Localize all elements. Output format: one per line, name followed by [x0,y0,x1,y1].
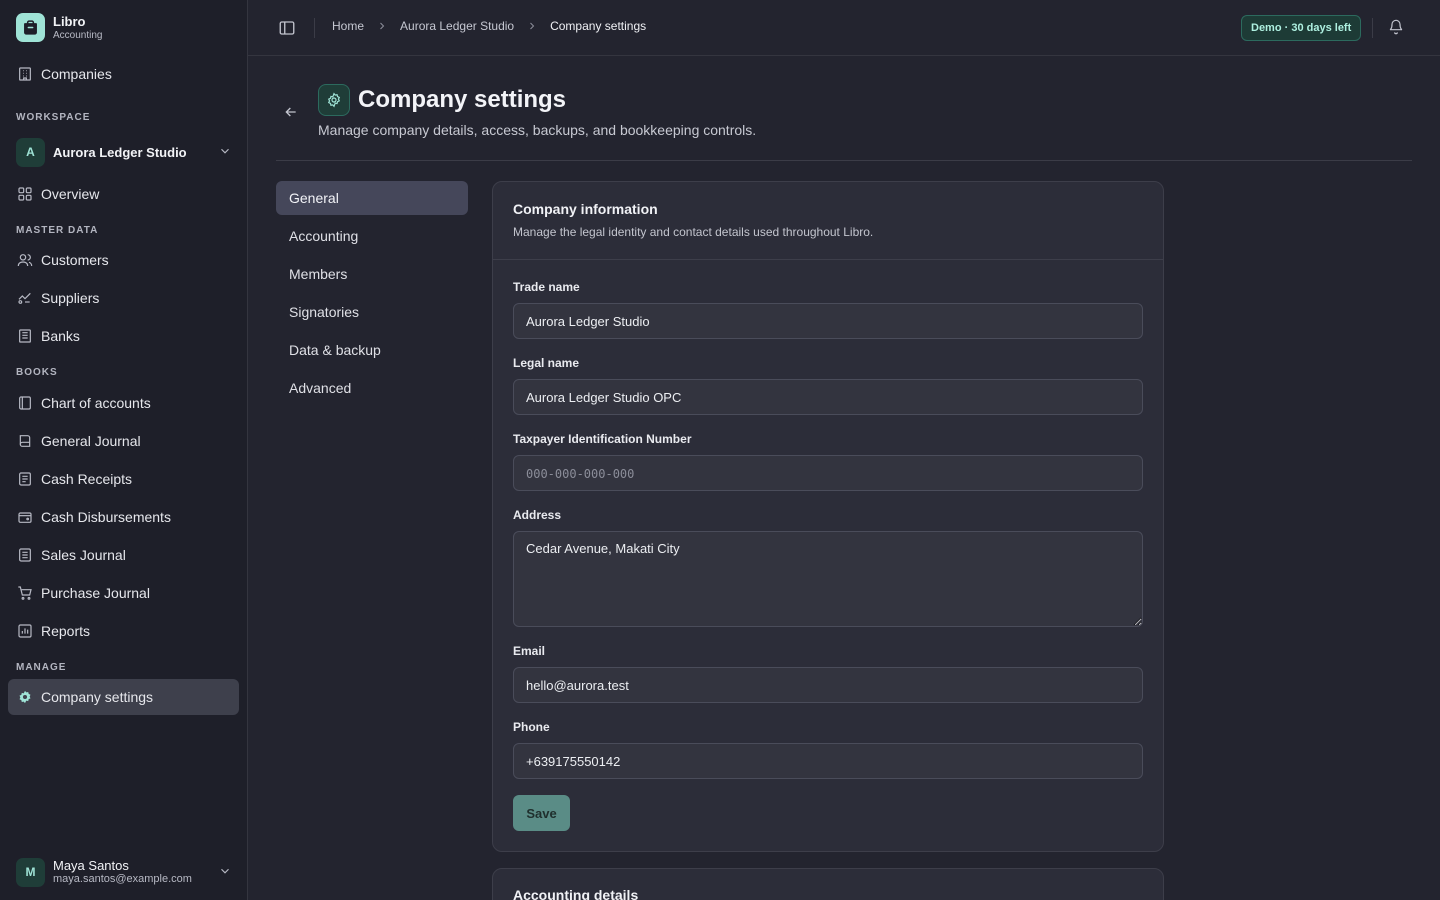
tin-input[interactable] [513,455,1143,491]
sidebar-item-label: Cash Receipts [41,471,133,487]
legal-name-input[interactable] [513,379,1143,415]
sidebar-item-companies[interactable]: Companies [8,56,239,92]
phone-label: Phone [513,720,550,734]
sidebar-item-cash-receipts[interactable]: Cash Receipts [8,461,239,497]
sidebar: Libro Accounting Companies WORKSPACE A A… [0,0,248,900]
sidebar-item-chart-of-accounts[interactable]: Chart of accounts [8,385,239,421]
sidebar-item-label: Overview [41,186,100,202]
brand-subtitle: Accounting [53,29,103,41]
topbar: Home Aurora Ledger Studio Company settin… [248,0,1440,56]
sidebar-item-reports[interactable]: Reports [8,613,239,649]
bell-icon[interactable] [1388,19,1406,37]
user-email: maya.santos@example.com [53,873,192,886]
sidebar-item-label: Reports [41,623,91,639]
section-label-workspace: WORKSPACE [16,112,91,123]
breadcrumb-home[interactable]: Home [332,19,364,33]
sidebar-item-label: Banks [41,328,80,344]
gear-icon [318,84,350,116]
demo-badge[interactable]: Demo · 30 days left [1241,15,1362,41]
phone-field[interactable] [513,743,1143,779]
sidebar-item-purchase-journal[interactable]: Purchase Journal [8,575,239,611]
sidebar-item-overview[interactable]: Overview [8,176,239,212]
chevron-right-icon [376,20,388,32]
bank-icon [17,328,33,344]
sidebar-item-sales-journal[interactable]: Sales Journal [8,537,239,573]
sidebar-item-label: Sales Journal [41,547,126,563]
sidebar-item-label: Purchase Journal [41,585,150,601]
sidebar-item-label: Chart of accounts [41,395,151,411]
company-information-card: Company information Manage the legal ide… [492,181,1164,852]
book-icon [17,395,33,411]
chevron-right-icon [526,20,538,32]
user-menu[interactable]: M Maya Santos maya.santos@example.com [16,857,232,887]
sidebar-item-label: General Journal [41,433,141,449]
truck-icon [17,290,33,306]
tab-data-backup[interactable]: Data & backup [276,333,468,367]
brand-name: Libro [53,13,86,29]
legal-name-label: Legal name [513,356,580,370]
breadcrumb-company[interactable]: Aurora Ledger Studio [400,19,514,33]
gear-icon [17,689,33,705]
chevron-down-icon [218,864,232,881]
sidebar-item-label: Suppliers [41,290,100,306]
grid-icon [17,186,33,202]
receipt-icon [17,471,33,487]
sidebar-item-cash-disbursements[interactable]: Cash Disbursements [8,499,239,535]
journal-icon [17,547,33,563]
tab-members[interactable]: Members [276,257,468,291]
sidebar-item-suppliers[interactable]: Suppliers [8,280,239,316]
card-title: Company information [513,201,658,217]
tab-accounting[interactable]: Accounting [276,219,468,253]
wallet-icon [17,509,33,525]
notebook-icon [17,433,33,449]
divider [314,18,315,38]
divider [1372,18,1373,38]
workspace-switcher[interactable]: A Aurora Ledger Studio [16,137,232,167]
save-button[interactable]: Save [513,795,570,831]
sidebar-item-general-journal[interactable]: General Journal [8,423,239,459]
brand[interactable]: Libro Accounting [16,13,102,42]
email-field[interactable] [513,667,1143,703]
workspace-avatar: A [16,137,45,167]
workspace-name: Aurora Ledger Studio [53,144,187,160]
bar-chart-icon [17,623,33,639]
sidebar-item-customers[interactable]: Customers [8,242,239,278]
user-name: Maya Santos [53,857,129,873]
libro-logo-icon [16,13,45,42]
cart-icon [17,585,33,601]
sidebar-item-company-settings[interactable]: Company settings [8,679,239,715]
divider [276,160,1412,161]
back-arrow-icon[interactable] [283,104,299,120]
building-icon [17,66,33,82]
address-label: Address [513,508,562,522]
trade-name-input[interactable] [513,303,1143,339]
trade-name-label: Trade name [513,280,580,294]
sidebar-item-label: Cash Disbursements [41,509,171,525]
tin-label: Taxpayer Identification Number [513,432,692,446]
card-title: Accounting details [513,887,639,900]
sidebar-item-label: Customers [41,252,109,268]
tab-signatories[interactable]: Signatories [276,295,468,329]
sidebar-toggle-icon[interactable] [278,19,296,37]
users-icon [17,252,33,268]
email-label: Email [513,644,546,658]
tab-general[interactable]: General [276,181,468,215]
section-label-books: BOOKS [16,367,58,378]
sidebar-item-label: Company settings [41,689,154,705]
section-label-manage: MANAGE [16,662,67,673]
card-description: Manage the legal identity and contact de… [513,225,874,239]
page-description: Manage company details, access, backups,… [318,122,757,138]
avatar: M [16,857,45,887]
tab-advanced[interactable]: Advanced [276,371,468,405]
breadcrumb: Home Aurora Ledger Studio Company settin… [332,19,646,33]
address-textarea[interactable]: Cedar Avenue, Makati City [513,531,1143,627]
breadcrumb-current: Company settings [550,19,647,33]
section-label-master-data: MASTER DATA [16,225,99,236]
accounting-details-card: Accounting details [492,868,1164,900]
sidebar-item-banks[interactable]: Banks [8,318,239,354]
sidebar-item-label: Companies [41,66,112,82]
chevron-down-icon [218,144,232,161]
page-title: Company settings [358,86,567,113]
